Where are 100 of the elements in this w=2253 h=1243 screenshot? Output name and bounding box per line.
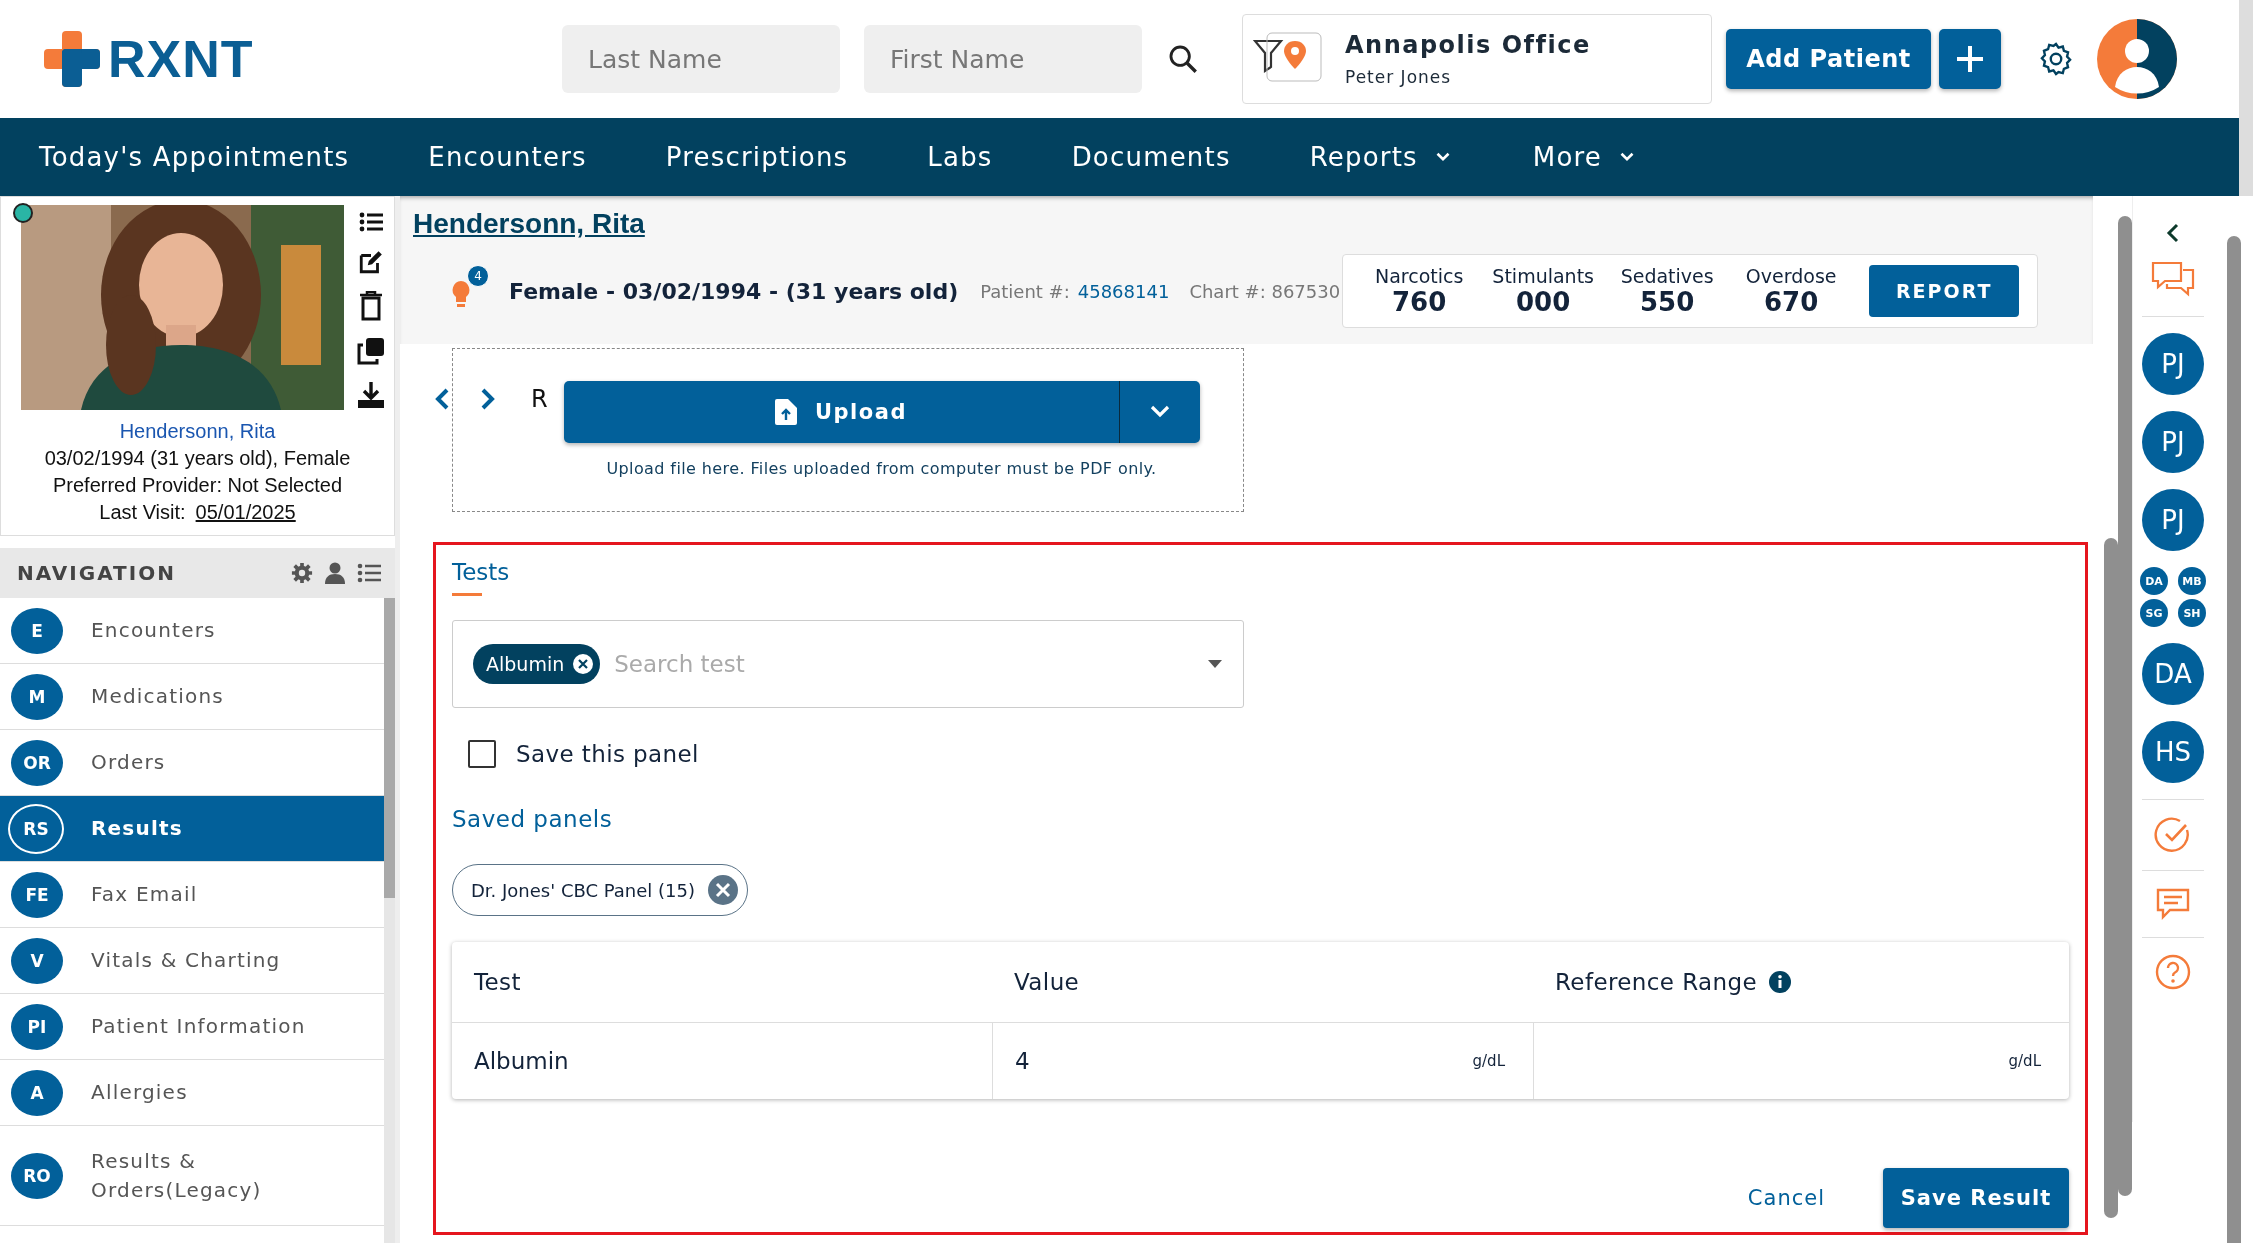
initials-badge: E [11, 607, 63, 654]
stat-label: Overdose [1745, 265, 1837, 287]
initials-badge: PI [11, 1003, 63, 1050]
file-upload-icon [775, 399, 798, 425]
trash-icon[interactable] [359, 291, 383, 321]
office-name: Annapolis Office [1345, 31, 1591, 59]
checkbox[interactable] [468, 740, 496, 768]
save-result-button[interactable]: Save Result [1883, 1168, 2069, 1228]
initials-badge: RS [8, 803, 64, 854]
chevron-left-icon[interactable] [433, 388, 451, 410]
stat-value: 670 [1764, 287, 1819, 317]
user-name: Peter Jones [1345, 67, 1453, 87]
value-field[interactable]: 4 g/dL [992, 1023, 1533, 1099]
plus-button[interactable] [1939, 29, 2001, 89]
patient-number-link[interactable]: 45868141 [1077, 280, 1170, 302]
dropdown-arrow-icon[interactable] [1207, 659, 1223, 669]
last-visit-label: Last Visit: [99, 501, 186, 524]
user-avatar[interactable]: SH [2178, 599, 2206, 627]
menu-item[interactable]: Labs [906, 127, 1014, 187]
upload-hint: Upload file here. Files uploaded from computer must be PDF only. [606, 459, 1157, 478]
scrollbar-thumb[interactable] [2104, 538, 2118, 1218]
preferred-provider: Preferred Provider: Not Selected [53, 474, 342, 497]
search-field[interactable]: First Name [864, 25, 1142, 93]
user-avatar[interactable]: SG [2140, 599, 2168, 627]
checkmark-circle-icon[interactable] [2154, 816, 2192, 854]
cancel-button[interactable]: Cancel [1741, 1185, 1831, 1211]
patient-summary: Female - 03/02/1994 - (31 years old) [509, 278, 959, 304]
user-avatar-icon[interactable] [2097, 19, 2177, 99]
office-selector[interactable]: Annapolis Office Peter Jones [1242, 14, 1712, 104]
navigation-item[interactable]: A Allergies [0, 1060, 384, 1126]
user-avatar[interactable]: PJ [2142, 333, 2204, 395]
alert-count: 4 [467, 265, 489, 287]
scrollbar-thumb[interactable] [384, 598, 395, 898]
edit-icon[interactable] [358, 249, 384, 275]
download-icon[interactable] [356, 381, 386, 409]
help-icon[interactable] [2155, 954, 2191, 990]
settings-icon[interactable] [291, 562, 313, 584]
results-label: R [531, 385, 548, 413]
message-icon[interactable] [2156, 887, 2190, 921]
test-select[interactable]: Albumin Search test [452, 620, 1244, 708]
patient-name-link[interactable]: Hendersonn, Rita [413, 208, 645, 239]
navigation-item[interactable]: RO Results & Orders(Legacy) [0, 1126, 384, 1226]
stat-value: 000 [1516, 287, 1571, 317]
test-chip[interactable]: Albumin [473, 644, 601, 684]
user-avatar[interactable]: PJ [2142, 489, 2204, 551]
search-field[interactable]: Last Name [562, 25, 840, 93]
navigation-item[interactable]: E Encounters [0, 598, 384, 664]
stat-value: 550 [1640, 287, 1695, 317]
save-panel-label: Save this panel [516, 741, 699, 767]
navigation-item[interactable]: RS Results [0, 796, 384, 862]
navigation-label: Fax Email [91, 881, 199, 908]
copy-icon[interactable] [357, 337, 385, 365]
menu-item[interactable]: Prescriptions [644, 127, 870, 187]
navigation-item[interactable]: V Vitals & Charting [0, 928, 384, 994]
tests-tab[interactable]: Tests [452, 559, 510, 585]
list-icon[interactable] [359, 211, 383, 233]
reference-range-field[interactable]: g/dL [1533, 1023, 2069, 1099]
initials-badge: RO [11, 1152, 63, 1199]
remove-icon[interactable] [707, 874, 740, 906]
navigation-label: Orders [91, 749, 167, 776]
scrollbar-thumb[interactable] [2118, 216, 2132, 1196]
menu-item[interactable]: Encounters [407, 127, 608, 187]
navigation-title: NAVIGATION [17, 561, 176, 585]
person-icon[interactable] [325, 562, 345, 584]
menu-item[interactable]: Documents [1050, 127, 1252, 187]
add-patient-button[interactable]: Add Patient [1726, 29, 1931, 89]
report-button[interactable]: REPORT [1869, 265, 2020, 317]
user-avatar[interactable]: HS [2142, 721, 2204, 783]
test-name-cell-text: Albumin [473, 1047, 570, 1076]
patient-details: 03/02/1994 (31 years old), Female [44, 447, 351, 470]
initials-badge: FE [11, 871, 63, 918]
user-avatar[interactable]: MB [2178, 567, 2206, 595]
column-header: Reference Range [1533, 942, 2069, 1022]
menu-item[interactable]: Today's Appointments [18, 127, 371, 187]
chevron-right-icon[interactable] [479, 388, 497, 410]
remove-icon[interactable] [572, 653, 595, 675]
last-visit-date[interactable]: 05/01/2025 [195, 501, 296, 524]
stat-label: Sedatives [1620, 265, 1714, 287]
navigation-label: Allergies [91, 1079, 189, 1106]
list-icon[interactable] [357, 563, 381, 583]
initials-badge: OR [11, 739, 63, 786]
navigation-item[interactable]: FE Fax Email [0, 862, 384, 928]
user-avatar[interactable]: DA [2142, 643, 2204, 705]
navigation-label: Patient Information [91, 1013, 307, 1040]
initials-badge: A [11, 1069, 63, 1116]
initials-badge: M [11, 673, 63, 720]
patient-name-link[interactable]: Hendersonn, Rita [119, 420, 276, 443]
navigation-item[interactable]: M Medications [0, 664, 384, 730]
logo-cross-icon [42, 29, 102, 89]
menu-item[interactable]: More [1511, 127, 1660, 187]
navigation-item[interactable]: PI Patient Information [0, 994, 384, 1060]
initials-badge: V [11, 937, 63, 984]
info-icon[interactable] [1769, 971, 1792, 993]
menu-item[interactable]: Reports [1288, 127, 1475, 187]
user-avatar[interactable]: PJ [2142, 411, 2204, 473]
navigation-label: Results [91, 815, 184, 842]
user-avatar[interactable]: DA [2140, 567, 2168, 595]
scrollbar-thumb[interactable] [2227, 236, 2241, 1243]
stat-label: Narcotics [1374, 265, 1464, 287]
plus-icon [1954, 43, 1986, 75]
